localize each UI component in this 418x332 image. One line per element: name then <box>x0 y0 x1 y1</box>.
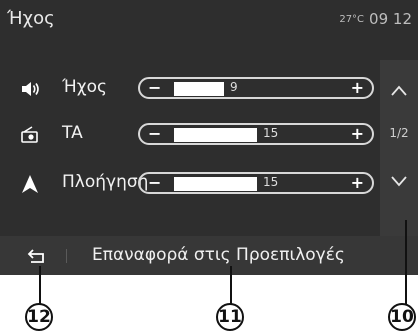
navigation-slider[interactable]: − 15 + <box>138 172 374 194</box>
scroll-panel: 1/2 <box>380 60 418 238</box>
sound-slider[interactable]: − 9 + <box>138 77 374 99</box>
decrease-button[interactable]: − <box>148 173 161 192</box>
chevron-down-icon[interactable] <box>390 172 408 190</box>
setting-label: Ήχος <box>62 77 108 97</box>
navigation-arrow-icon <box>22 175 38 193</box>
traffic-announcement-icon <box>21 126 38 143</box>
decrease-button[interactable]: − <box>148 78 161 97</box>
divider <box>66 249 67 263</box>
callout-scroll: 10 <box>388 303 416 331</box>
status-bar: 27°C 09 12 <box>339 10 412 28</box>
temperature-readout: 27°C <box>339 14 365 25</box>
reset-defaults-button[interactable]: Επαναφορά στις Προεπιλογές <box>92 245 345 265</box>
setting-row-navigation: Πλοήγηση − 15 + <box>20 168 374 198</box>
callout-line <box>39 266 41 304</box>
setting-label: TA <box>62 123 83 143</box>
speaker-icon <box>22 82 39 96</box>
slider-fill <box>174 82 224 96</box>
audio-settings-screen: Ήχος 27°C 09 12 Ήχος − 9 + TA − 15 + Πλο… <box>0 0 418 275</box>
ta-slider[interactable]: − 15 + <box>138 123 374 145</box>
setting-label: Πλοήγηση <box>62 172 149 192</box>
callout-line <box>230 266 232 304</box>
callout-reset: 11 <box>216 303 244 331</box>
slider-value: 15 <box>263 175 279 189</box>
header: Ήχος 27°C 09 12 <box>0 0 418 38</box>
page-title: Ήχος <box>7 8 55 29</box>
callout-back: 12 <box>25 303 53 331</box>
slider-fill <box>174 177 257 191</box>
slider-value: 15 <box>263 126 279 140</box>
clock: 09 12 <box>369 10 412 28</box>
increase-button[interactable]: + <box>351 78 364 97</box>
footer-bar: Επαναφορά στις Προεπιλογές <box>0 236 418 275</box>
chevron-up-icon[interactable] <box>390 82 408 100</box>
decrease-button[interactable]: − <box>148 124 161 143</box>
back-arrow-icon[interactable] <box>26 247 48 265</box>
slider-value: 9 <box>230 80 238 94</box>
increase-button[interactable]: + <box>351 124 364 143</box>
setting-row-sound: Ήχος − 9 + <box>20 73 374 103</box>
increase-button[interactable]: + <box>351 173 364 192</box>
callout-line <box>405 220 407 304</box>
slider-fill <box>174 128 257 142</box>
setting-row-ta: TA − 15 + <box>20 119 374 149</box>
page-indicator: 1/2 <box>389 126 409 140</box>
